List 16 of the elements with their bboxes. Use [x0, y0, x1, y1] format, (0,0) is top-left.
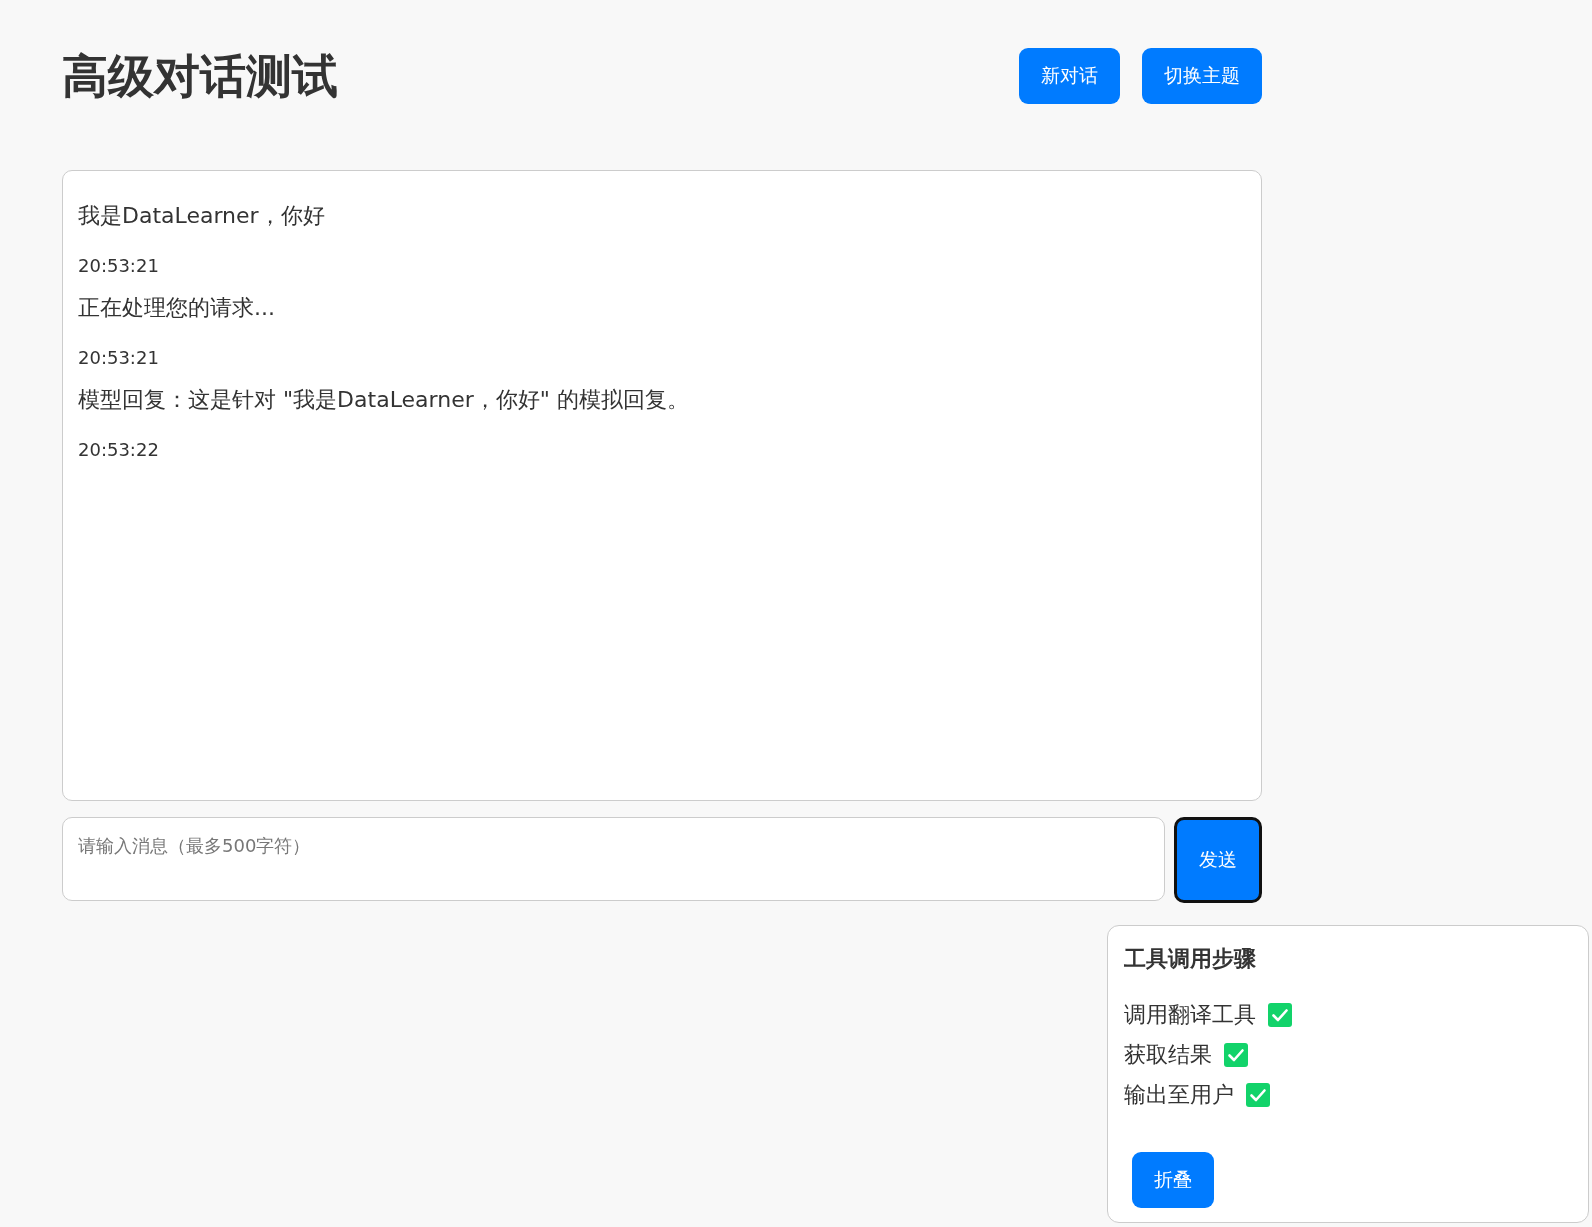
message-time: 20:53:21: [78, 254, 160, 278]
header-button[interactable]: 新对话: [1019, 48, 1120, 104]
collapse-button[interactable]: 折叠: [1132, 1152, 1214, 1208]
step-label: 调用翻译工具: [1124, 1001, 1256, 1029]
step-label: 获取结果: [1124, 1041, 1212, 1069]
send-button[interactable]: 发送: [1174, 817, 1262, 903]
step-label: 输出至用户: [1124, 1081, 1234, 1109]
message-time: 20:53:21: [78, 346, 160, 370]
message-time: 20:53:22: [78, 438, 160, 462]
page-title: 高级对话测试: [62, 48, 338, 104]
header-button[interactable]: 切换主题: [1142, 48, 1262, 104]
message-input[interactable]: 请输入消息（最多500字符）: [62, 817, 1165, 901]
message-text: 正在处理您的请求...: [78, 294, 276, 322]
message-text: 模型回复：这是针对 "我是DataLearner，你好" 的模拟回复。: [78, 386, 690, 414]
panel-title: 工具调用步骤: [1124, 945, 1257, 973]
message-text: 我是DataLearner，你好: [78, 202, 326, 230]
